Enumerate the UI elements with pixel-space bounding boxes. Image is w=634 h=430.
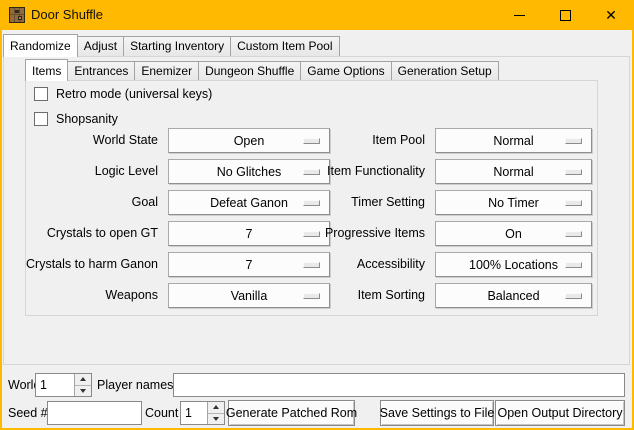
accessibility-dropdown[interactable]: 100% Locations [435,252,592,277]
crystals-harm-ganon-value: 7 [246,258,253,272]
dropdown-indicator-icon [565,262,582,268]
window-title: Door Shuffle [31,0,103,30]
item-pool-dropdown[interactable]: Normal [435,128,592,153]
arrow-down-icon [80,389,86,393]
retro-mode-row: Retro mode (universal keys) [34,86,212,102]
crystals-open-gt-value: 7 [246,227,253,241]
tab-generation-setup[interactable]: Generation Setup [391,61,499,80]
item-sorting-value: Balanced [487,289,539,303]
item-pool-value: Normal [493,134,533,148]
title-bar[interactable]: Door Shuffle ✕ [0,0,634,30]
goal-value: Defeat Ganon [210,196,288,210]
timer-setting-label: Timer Setting [296,190,425,215]
weapons-value: Vanilla [231,289,268,303]
tab-randomize[interactable]: Randomize [3,34,78,57]
dropdown-indicator-icon [565,138,582,144]
items-page-frame: Retro mode (universal keys) Shopsanity W… [25,80,598,316]
dropdown-indicator-icon [565,169,582,175]
generate-patched-rom-button[interactable]: Generate Patched Rom [228,400,355,426]
goal-label: Goal [26,190,158,215]
world-state-value: Open [234,134,265,148]
timer-setting-value: No Timer [488,196,539,210]
arrow-down-icon [213,417,219,421]
progressive-items-value: On [505,227,522,241]
progressive-items-label: Progressive Items [296,221,425,246]
crystals-harm-ganon-label: Crystals to harm Ganon [26,252,158,277]
dropdown-indicator-icon [565,293,582,299]
client-area: Randomize Adjust Starting Inventory Cust… [2,30,632,428]
worlds-spinner[interactable] [35,373,92,397]
player-names-label: Player names [97,373,173,397]
app-window: Door Shuffle ✕ Randomize Adjust Starting… [0,0,634,430]
tab-game-options[interactable]: Game Options [300,61,391,80]
shopsanity-checkbox[interactable] [34,112,48,126]
tab-dungeon-shuffle[interactable]: Dungeon Shuffle [198,61,301,80]
dropdown-indicator-icon [565,200,582,206]
accessibility-label: Accessibility [296,252,425,277]
count-spinner[interactable] [180,401,225,425]
shopsanity-row: Shopsanity [34,111,118,127]
logic-level-label: Logic Level [26,159,158,184]
count-label: Count [145,401,178,425]
shopsanity-label: Shopsanity [56,112,118,126]
tab-items[interactable]: Items [25,59,68,81]
tab-entrances[interactable]: Entrances [67,61,135,80]
minimize-button[interactable] [496,0,542,30]
maximize-icon [560,10,571,21]
arrow-up-icon [213,405,219,409]
count-input[interactable] [181,402,207,424]
item-sorting-label: Item Sorting [296,283,425,308]
spin-down-button[interactable] [75,386,91,397]
dropdown-indicator-icon [565,231,582,237]
weapons-label: Weapons [26,283,158,308]
timer-setting-dropdown[interactable]: No Timer [435,190,592,215]
item-functionality-value: Normal [493,165,533,179]
retro-mode-checkbox[interactable] [34,87,48,101]
close-icon: ✕ [605,8,617,22]
arrow-up-icon [80,377,86,381]
seed-input[interactable] [47,401,142,425]
spin-down-button[interactable] [208,414,224,425]
retro-mode-label: Retro mode (universal keys) [56,87,212,101]
item-functionality-label: Item Functionality [296,159,425,184]
tab-enemizer[interactable]: Enemizer [134,61,199,80]
app-door-icon [9,7,25,23]
seed-label: Seed # [8,401,48,425]
worlds-spin-buttons [74,374,91,396]
worlds-input[interactable] [36,374,74,396]
progressive-items-dropdown[interactable]: On [435,221,592,246]
close-button[interactable]: ✕ [588,0,634,30]
player-names-input[interactable] [173,373,625,397]
crystals-open-gt-label: Crystals to open GT [26,221,158,246]
item-sorting-dropdown[interactable]: Balanced [435,283,592,308]
main-tab-bar: Randomize Adjust Starting Inventory Cust… [3,33,340,56]
maximize-button[interactable] [542,0,588,30]
sub-tab-bar: Items Entrances Enemizer Dungeon Shuffle… [25,58,499,80]
spin-up-button[interactable] [75,374,91,386]
item-pool-label: Item Pool [296,128,425,153]
accessibility-value: 100% Locations [469,258,558,272]
count-spin-buttons [207,402,224,424]
open-output-directory-button[interactable]: Open Output Directory [495,400,625,426]
item-functionality-dropdown[interactable]: Normal [435,159,592,184]
minimize-icon [514,15,525,16]
tab-adjust[interactable]: Adjust [77,36,124,56]
tab-starting-inventory[interactable]: Starting Inventory [123,36,231,56]
spin-up-button[interactable] [208,402,224,414]
tab-custom-item-pool[interactable]: Custom Item Pool [230,36,339,56]
save-settings-button[interactable]: Save Settings to File [380,400,494,426]
logic-level-value: No Glitches [217,165,282,179]
world-state-label: World State [26,128,158,153]
